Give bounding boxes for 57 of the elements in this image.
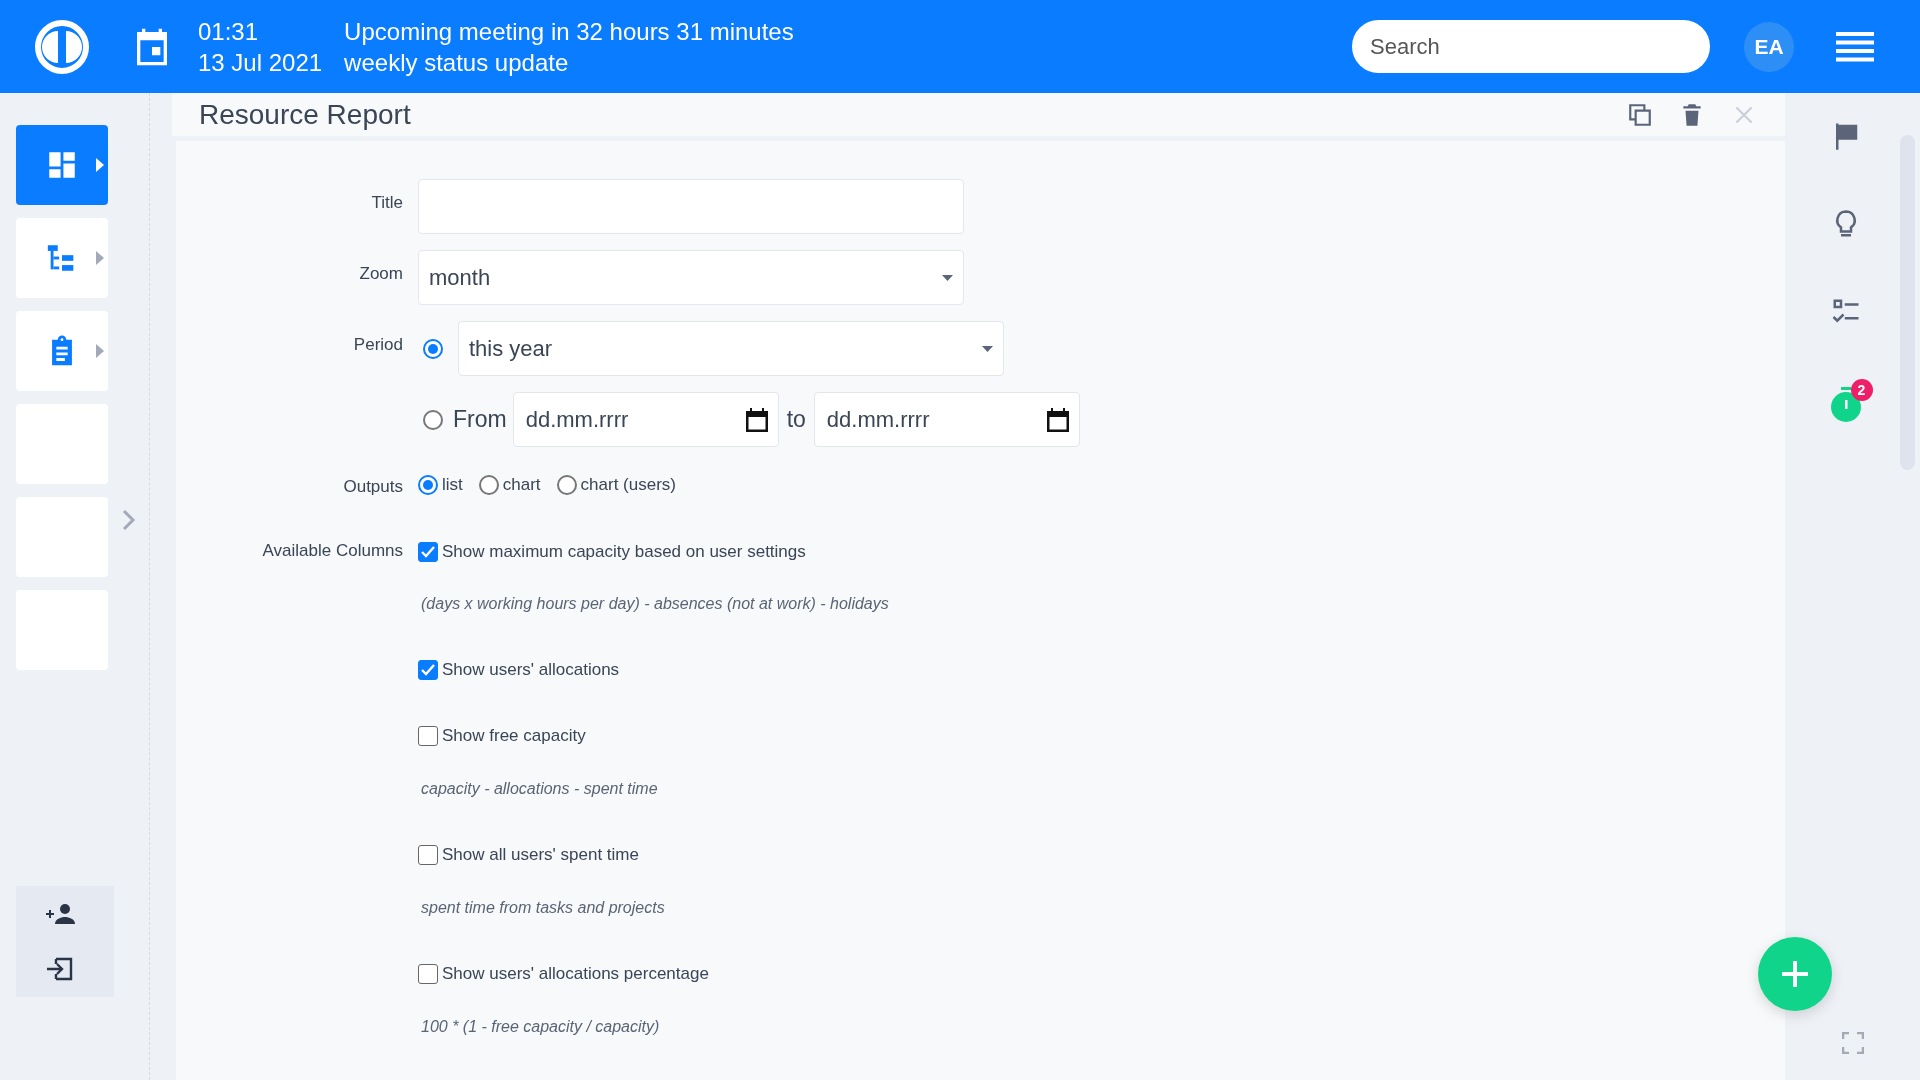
checkbox[interactable] [418, 542, 438, 562]
column-description: (days x working hours per day) - absences (not at work) - holidays [421, 594, 890, 614]
checkbox[interactable] [418, 964, 438, 984]
chevron-right-icon[interactable] [120, 508, 138, 532]
panel-title: Resource Report [199, 98, 412, 131]
field-label: Zoom [358, 263, 403, 284]
to-label: to [786, 406, 806, 433]
output-option[interactable]: chart (users) [556, 475, 676, 495]
calendar-icon[interactable] [1046, 407, 1069, 432]
caret-icon [942, 274, 953, 281]
column-checkbox[interactable]: Show all users' spent time [418, 842, 639, 868]
calendar-icon[interactable] [745, 407, 768, 432]
column-checkbox[interactable]: Show free capacity [418, 723, 586, 749]
radio-button[interactable] [556, 475, 577, 495]
date-field[interactable]: dd.mm.rrrr [512, 392, 779, 447]
radio-button[interactable] [423, 409, 443, 430]
field-label: Available Columns [261, 540, 403, 561]
radio-button[interactable] [418, 475, 438, 495]
date-input[interactable]: dd.mm.rrrr [523, 405, 728, 434]
radio-button[interactable] [423, 338, 443, 359]
search-field[interactable]: Search [1352, 20, 1710, 73]
field-label: Title [370, 192, 403, 213]
meeting-time: 01:31 [198, 16, 260, 47]
column-description: spent time from tasks and projects [421, 898, 666, 918]
meeting-title[interactable]: weekly status update [344, 46, 794, 78]
column-checkbox[interactable]: Show users' allocations [418, 657, 620, 683]
meeting-countdown[interactable]: Upcoming meeting in 32 hours 31 minutes [344, 15, 794, 47]
plus-icon [1780, 959, 1810, 989]
column-description: 100 * (1 - free capacity / capacity) [421, 1017, 661, 1037]
column-checkbox[interactable]: Show maximum capacity based on user settings [418, 539, 806, 565]
timer-icon[interactable] [1828, 385, 1863, 423]
notification-badge: 2 [1850, 379, 1873, 401]
menu-icon[interactable] [1836, 31, 1874, 62]
sidebar-item[interactable] [16, 218, 108, 298]
copy-icon[interactable] [1627, 101, 1653, 128]
output-option[interactable]: chart [478, 475, 541, 495]
sidebar-item[interactable] [16, 125, 108, 205]
from-label: From [453, 406, 507, 433]
checkbox[interactable] [418, 660, 438, 680]
column-description: capacity - allocations - spent time [421, 779, 659, 799]
field-label: Outputs [342, 476, 403, 497]
checkbox[interactable] [418, 726, 438, 746]
zoom-select[interactable]: month [418, 250, 964, 305]
title-input[interactable] [418, 179, 964, 234]
checkbox[interactable] [418, 845, 438, 865]
field-label: Period [352, 334, 403, 355]
caret-icon [982, 345, 993, 352]
logo-icon[interactable] [34, 18, 90, 75]
date-field[interactable]: dd.mm.rrrr [813, 392, 1080, 447]
output-option[interactable]: list [418, 475, 463, 495]
date-input[interactable]: dd.mm.rrrr [824, 405, 1029, 434]
sidebar-item[interactable] [16, 311, 108, 391]
period-select[interactable]: this year [458, 321, 1004, 376]
meeting-date: 13 Jul 2021 [198, 47, 323, 78]
radio-button[interactable] [478, 475, 499, 495]
fullscreen-icon[interactable] [1842, 1032, 1864, 1054]
column-checkbox[interactable]: Show users' allocations percentage [418, 961, 709, 987]
